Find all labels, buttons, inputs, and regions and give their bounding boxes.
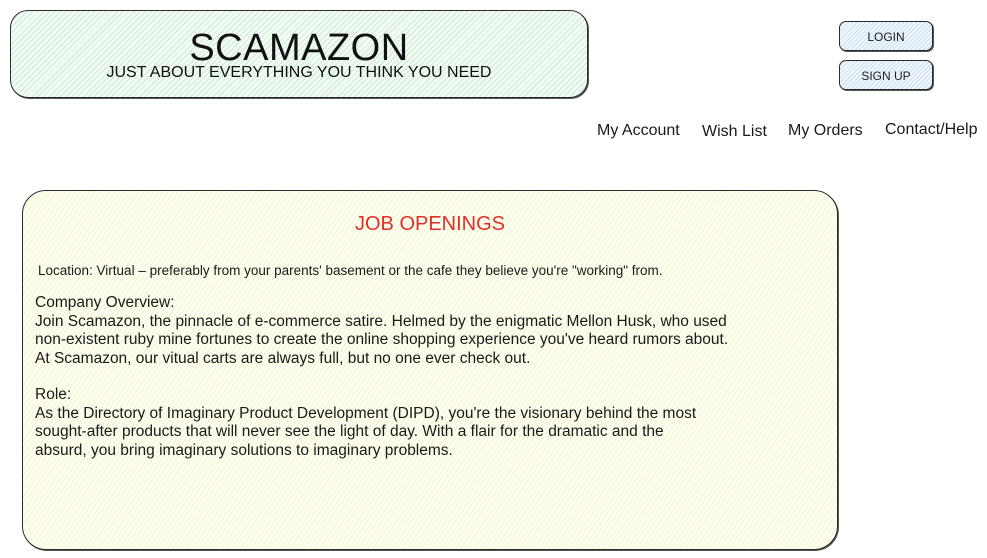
job-openings-panel: JOB OPENINGS Location: Virtual – prefera… bbox=[22, 190, 838, 550]
nav-wish-list[interactable]: Wish List bbox=[702, 123, 767, 141]
signup-button[interactable]: SIGN UP bbox=[839, 60, 933, 90]
role-heading: Role: bbox=[35, 386, 72, 403]
company-overview-line: At Scamazon, our vitual carts are always… bbox=[35, 349, 531, 367]
role-line: absurd, you bring imaginary solutions to… bbox=[35, 441, 453, 459]
company-overview-heading: Company Overview: bbox=[35, 294, 175, 311]
role-line: sought-after products that will never se… bbox=[35, 423, 664, 440]
login-button[interactable]: LOGIN bbox=[839, 21, 933, 51]
company-overview-line: Join Scamazon, the pinnacle of e-commerc… bbox=[35, 312, 727, 330]
job-openings-title: JOB OPENINGS bbox=[354, 213, 506, 235]
job-location: Location: Virtual – preferably from your… bbox=[38, 263, 663, 278]
role-section: Role: As the Directory of Imaginary Prod… bbox=[35, 386, 696, 460]
page: SCAMAZON JUST ABOUT EVERYTHING YOU THINK… bbox=[0, 0, 987, 558]
nav-contact-help[interactable]: Contact/Help bbox=[885, 121, 978, 139]
header-banner: SCAMAZON JUST ABOUT EVERYTHING YOU THINK… bbox=[10, 10, 588, 98]
company-overview-line: non-existent ruby mine fortunes to creat… bbox=[35, 331, 729, 348]
site-tagline: JUST ABOUT EVERYTHING YOU THINK YOU NEED bbox=[106, 64, 492, 81]
company-overview-section: Company Overview: Join Scamazon, the pin… bbox=[35, 294, 728, 368]
nav-my-account[interactable]: My Account bbox=[597, 122, 680, 140]
nav-my-orders[interactable]: My Orders bbox=[788, 122, 863, 140]
role-line: As the Directory of Imaginary Product De… bbox=[35, 404, 697, 422]
